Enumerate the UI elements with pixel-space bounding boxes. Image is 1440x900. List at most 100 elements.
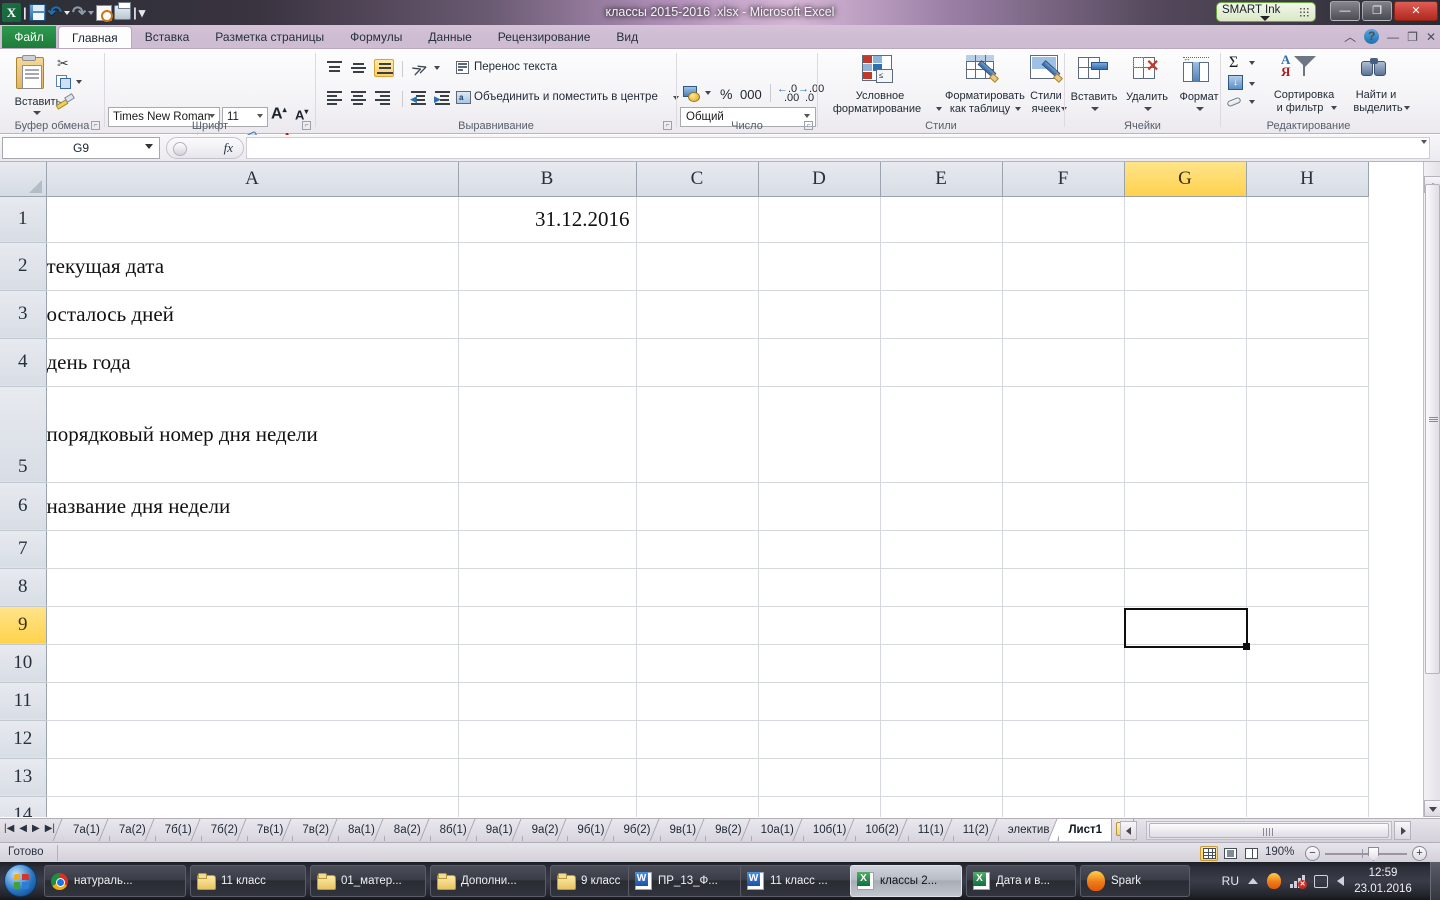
insert-function-icon[interactable]: fx xyxy=(224,140,233,156)
cell-f14[interactable] xyxy=(1002,796,1125,817)
column-header-b[interactable]: B xyxy=(458,162,637,197)
taskbar-item-spark[interactable]: Spark xyxy=(1080,865,1190,897)
cell-f13[interactable] xyxy=(1002,758,1125,797)
tab-page-layout[interactable]: Разметка страницы xyxy=(202,26,337,49)
cell-c10[interactable] xyxy=(636,644,759,683)
cell-h14[interactable] xyxy=(1246,796,1369,817)
find-select-line1[interactable]: Найти и xyxy=(1349,89,1403,101)
table-row[interactable]: 11 xyxy=(0,682,1369,721)
sort-filter-line1[interactable]: Сортировка xyxy=(1269,89,1339,101)
smart-ink-grip-icon[interactable] xyxy=(1299,7,1310,18)
zoom-thumb[interactable] xyxy=(1368,847,1379,861)
cell-d9[interactable] xyxy=(758,606,881,645)
conditional-formatting-line1[interactable]: Условное xyxy=(818,90,942,102)
cell-b14[interactable] xyxy=(458,796,637,817)
cell-a12[interactable] xyxy=(46,720,459,759)
taskbar-item-chrome[interactable]: натураль... xyxy=(44,865,186,897)
table-row[interactable]: 7 xyxy=(0,530,1369,569)
cell-e10[interactable] xyxy=(880,644,1003,683)
insert-cells-dropdown-icon[interactable] xyxy=(1091,107,1099,111)
show-desktop-button[interactable] xyxy=(1430,862,1440,900)
column-header-f[interactable]: F xyxy=(1002,162,1125,197)
sort-filter-icon[interactable]: A Я xyxy=(1281,53,1317,84)
system-tray[interactable]: RU ✕ xyxy=(1222,862,1344,900)
cell-e8[interactable] xyxy=(880,568,1003,607)
cell-b1[interactable]: 31.12.2016 xyxy=(458,196,637,243)
cell-e2[interactable] xyxy=(880,242,1003,291)
row-header-11[interactable]: 11 xyxy=(0,682,47,721)
cell-b9[interactable] xyxy=(458,606,637,645)
cell-f7[interactable] xyxy=(1002,530,1125,569)
cell-c8[interactable] xyxy=(636,568,759,607)
last-sheet-icon[interactable]: ▶| xyxy=(45,823,55,834)
row-header-6[interactable]: 6 xyxy=(0,482,47,531)
conditional-formatting-icon[interactable]: ≤ xyxy=(862,55,896,85)
cell-b10[interactable] xyxy=(458,644,637,683)
horizontal-scroll-track[interactable] xyxy=(1146,821,1392,840)
cell-d4[interactable] xyxy=(758,338,881,387)
ribbon-close-icon[interactable]: ✕ xyxy=(1426,30,1436,44)
minimize-button[interactable]: — xyxy=(1330,1,1360,21)
row-header-1[interactable]: 1 xyxy=(0,196,47,243)
cell-e5[interactable] xyxy=(880,386,1003,483)
conditional-formatting-dropdown-icon[interactable] xyxy=(936,107,942,111)
cell-f2[interactable] xyxy=(1002,242,1125,291)
merge-center-label[interactable]: Объединить и поместить в центре xyxy=(474,91,658,103)
quick-print-icon[interactable] xyxy=(114,2,132,20)
language-indicator[interactable]: RU xyxy=(1222,874,1239,888)
fill-dropdown-icon[interactable] xyxy=(1249,82,1255,86)
cell-h2[interactable] xyxy=(1246,242,1369,291)
align-left-icon[interactable] xyxy=(326,91,343,106)
cell-h6[interactable] xyxy=(1246,482,1369,531)
cut-scissors-icon[interactable]: ✂ xyxy=(57,55,69,72)
cell-b6[interactable] xyxy=(458,482,637,531)
column-header-c[interactable]: C xyxy=(636,162,759,197)
tab-home[interactable]: Главная xyxy=(58,26,132,50)
cell-d6[interactable] xyxy=(758,482,881,531)
comma-style-button[interactable]: 000 xyxy=(740,87,762,102)
cell-b11[interactable] xyxy=(458,682,637,721)
cell-d1[interactable] xyxy=(758,196,881,243)
cell-g1[interactable] xyxy=(1124,196,1247,243)
cell-f1[interactable] xyxy=(1002,196,1125,243)
format-painter-icon[interactable] xyxy=(55,93,75,110)
window-controls[interactable]: — ❐ ✕ xyxy=(1330,1,1438,21)
table-row[interactable]: 10 xyxy=(0,644,1369,683)
cell-e4[interactable] xyxy=(880,338,1003,387)
cell-h3[interactable] xyxy=(1246,290,1369,339)
tab-file[interactable]: Файл xyxy=(2,26,56,49)
cell-f11[interactable] xyxy=(1002,682,1125,721)
zoom-level[interactable]: 190% xyxy=(1265,846,1294,858)
column-header-a[interactable]: A xyxy=(46,162,459,197)
cell-e11[interactable] xyxy=(880,682,1003,721)
cell-c12[interactable] xyxy=(636,720,759,759)
cell-b7[interactable] xyxy=(458,530,637,569)
page-break-view-icon[interactable] xyxy=(1242,846,1260,861)
sort-filter-line2[interactable]: и фильтр xyxy=(1269,102,1331,114)
increase-decimal-icon[interactable]: ←.0.00 xyxy=(777,84,799,104)
cell-h11[interactable] xyxy=(1246,682,1369,721)
cell-b8[interactable] xyxy=(458,568,637,607)
cell-g14[interactable] xyxy=(1124,796,1247,817)
network-error-icon[interactable]: ✕ xyxy=(1290,874,1307,889)
prev-sheet-icon[interactable]: ◀ xyxy=(19,823,27,834)
cell-c1[interactable] xyxy=(636,196,759,243)
insert-cells-label[interactable]: Вставить xyxy=(1065,91,1123,103)
quick-access-toolbar[interactable]: X | ↶ ↷ | ▾ xyxy=(2,1,145,24)
row-header-12[interactable]: 12 xyxy=(0,720,47,759)
table-row[interactable]: 1 31.12.2016 xyxy=(0,196,1369,243)
cell-a10[interactable] xyxy=(46,644,459,683)
name-box-dropdown-icon[interactable] xyxy=(145,144,153,163)
cell-a9[interactable] xyxy=(46,606,459,645)
display-icon[interactable] xyxy=(1314,874,1328,888)
undo-icon[interactable]: ↶ xyxy=(48,4,62,21)
orientation-icon[interactable]: ≫ xyxy=(409,58,431,80)
cell-a14[interactable] xyxy=(46,796,459,817)
cell-c3[interactable] xyxy=(636,290,759,339)
row-header-3[interactable]: 3 xyxy=(0,290,47,339)
delete-cells-dropdown-icon[interactable] xyxy=(1144,107,1152,111)
delete-cells-label[interactable]: Удалить xyxy=(1120,91,1174,103)
merge-center-icon[interactable]: a xyxy=(456,91,472,105)
cell-d5[interactable] xyxy=(758,386,881,483)
cell-styles-icon[interactable] xyxy=(1030,55,1063,85)
